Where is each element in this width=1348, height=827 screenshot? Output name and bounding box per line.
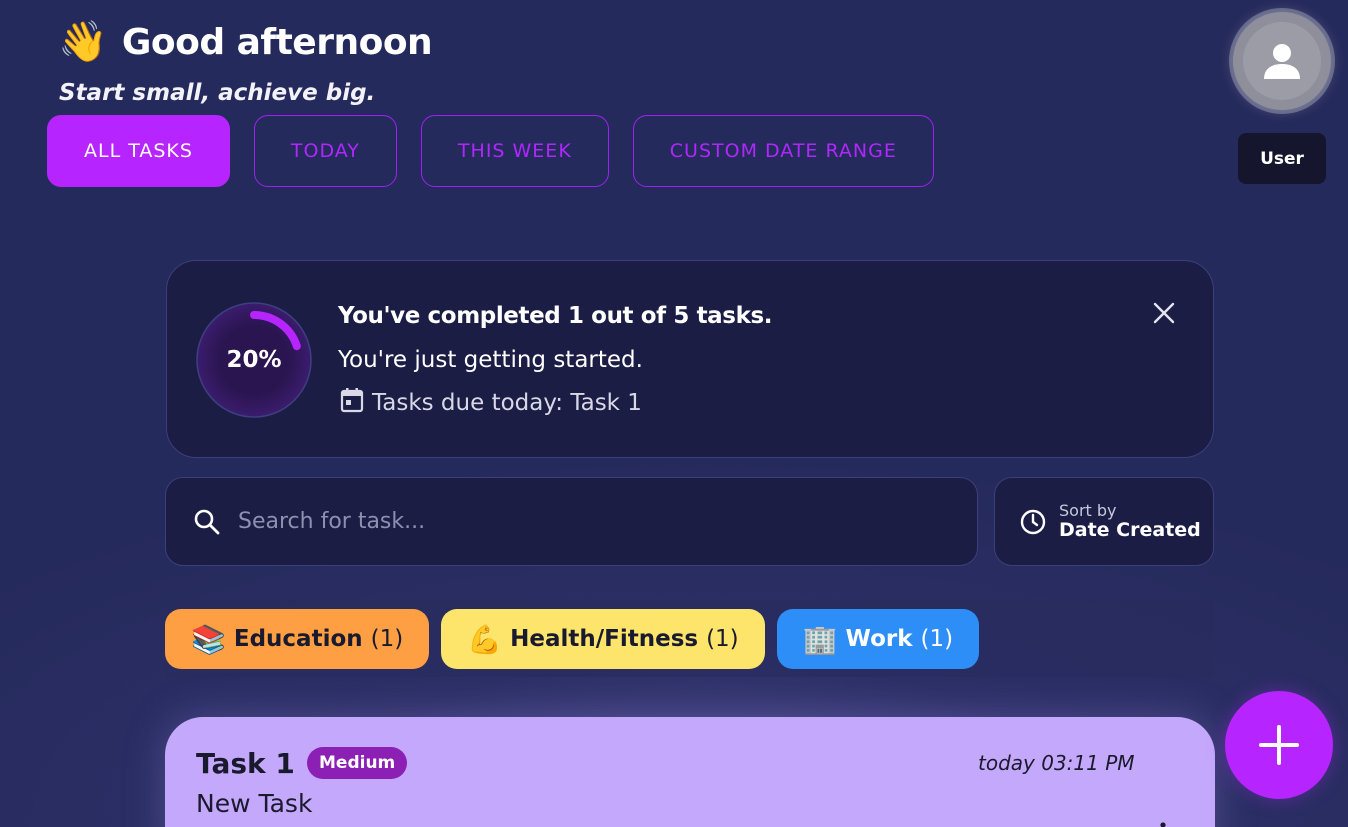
tab-all-tasks[interactable]: ALL TASKS xyxy=(47,115,230,187)
task-date: today 03:11 PM xyxy=(978,751,1135,775)
category-name: Work xyxy=(845,626,913,652)
tab-today[interactable]: TODAY xyxy=(253,115,397,187)
category-count: (1) xyxy=(706,626,739,652)
category-chip-health-fitness[interactable]: 💪 Health/Fitness (1) xyxy=(441,609,765,669)
progress-card: 20% You've completed 1 out of 5 tasks. Y… xyxy=(166,260,1214,458)
category-chips: 📚 Education (1) 💪 Health/Fitness (1) 🏢 W… xyxy=(165,609,980,669)
category-count: (1) xyxy=(370,626,404,652)
task-name: Task 1 xyxy=(196,747,295,780)
task-description: New Task xyxy=(196,789,313,818)
office-building-icon: 🏢 xyxy=(802,622,838,656)
plus-icon xyxy=(1259,725,1299,765)
close-icon[interactable] xyxy=(1148,297,1180,329)
tab-custom-date-range[interactable]: CUSTOM DATE RANGE xyxy=(632,115,934,187)
sort-button[interactable]: Sort by Date Created xyxy=(994,477,1214,566)
sort-value: Date Created xyxy=(1059,518,1201,541)
search-box xyxy=(165,477,978,566)
greeting-subtitle: Start small, achieve big. xyxy=(59,80,376,106)
tab-this-week[interactable]: THIS WEEK xyxy=(420,115,609,187)
task-card[interactable]: Task 1 Medium today 03:11 PM New Task xyxy=(165,717,1215,827)
greeting-title: Good afternoon xyxy=(121,21,433,63)
category-count: (1) xyxy=(920,626,954,652)
date-filter-tabs: ALL TASKS TODAY THIS WEEK CUSTOM DATE RA… xyxy=(47,115,934,187)
priority-badge: Medium xyxy=(307,747,408,779)
sort-caption: Sort by xyxy=(1059,501,1117,521)
sort-text: Sort by Date Created xyxy=(1059,502,1201,540)
search-input[interactable] xyxy=(236,490,977,553)
person-icon xyxy=(1243,22,1321,100)
greeting-header: 👋 Good afternoon xyxy=(58,14,433,70)
category-name: Health/Fitness xyxy=(510,626,699,652)
due-today-row: Tasks due today: Task 1 xyxy=(340,387,642,419)
flexed-arm-icon: 💪 xyxy=(467,622,503,656)
user-name-label[interactable]: User xyxy=(1238,133,1326,184)
progress-percent: 20% xyxy=(226,347,282,373)
calendar-icon xyxy=(340,387,364,419)
wave-icon: 👋 xyxy=(58,19,108,65)
search-icon xyxy=(192,507,222,537)
progress-title: You've completed 1 out of 5 tasks. xyxy=(338,303,773,329)
add-task-button[interactable] xyxy=(1225,691,1333,799)
more-options-icon[interactable] xyxy=(1153,820,1173,827)
category-chip-work[interactable]: 🏢 Work (1) xyxy=(776,609,980,669)
progress-message: You're just getting started. xyxy=(338,347,643,373)
clock-icon xyxy=(1020,509,1046,534)
progress-ring: 20% xyxy=(195,301,313,419)
due-today-text: Tasks due today: Task 1 xyxy=(372,390,642,416)
user-avatar[interactable] xyxy=(1233,12,1331,110)
books-icon: 📚 xyxy=(191,622,226,656)
category-chip-education[interactable]: 📚 Education (1) xyxy=(165,609,430,669)
category-name: Education xyxy=(233,626,363,652)
